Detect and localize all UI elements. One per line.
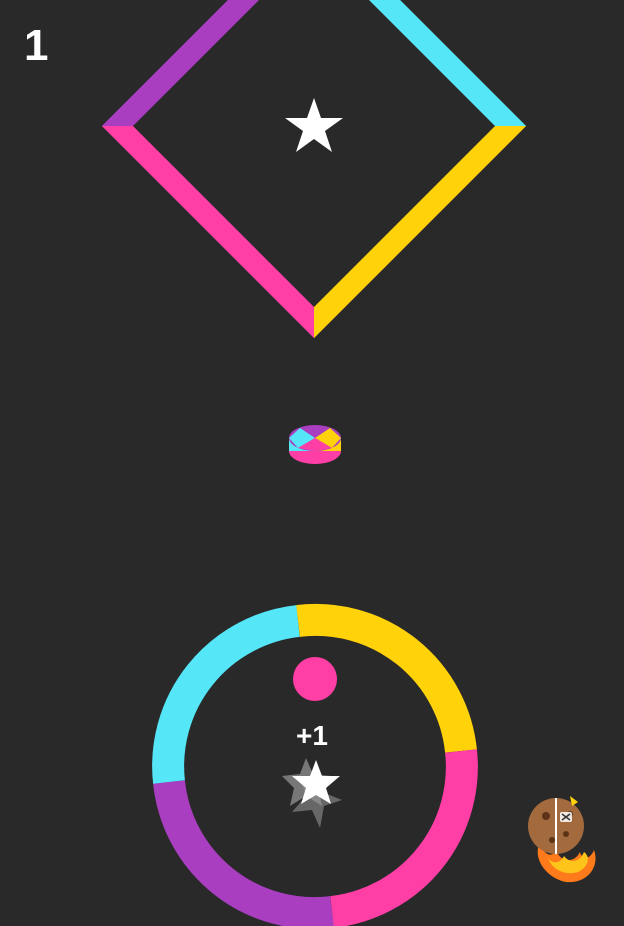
square-side-magenta — [101, 126, 314, 339]
ring-segment-magenta — [329, 749, 478, 926]
square-obstacle — [101, 0, 527, 339]
cookie-mascot-icon — [528, 796, 596, 883]
ring-segment-cyan — [152, 605, 301, 784]
square-side-yellow — [314, 126, 527, 339]
star-icon — [285, 98, 343, 152]
star-burst — [282, 758, 342, 828]
score-counter: 1 — [24, 21, 49, 70]
plus-one-popup: +1 — [296, 720, 328, 751]
player-ball — [293, 657, 337, 701]
color-switcher-icon — [289, 425, 341, 464]
game-stage[interactable] — [0, 0, 624, 926]
